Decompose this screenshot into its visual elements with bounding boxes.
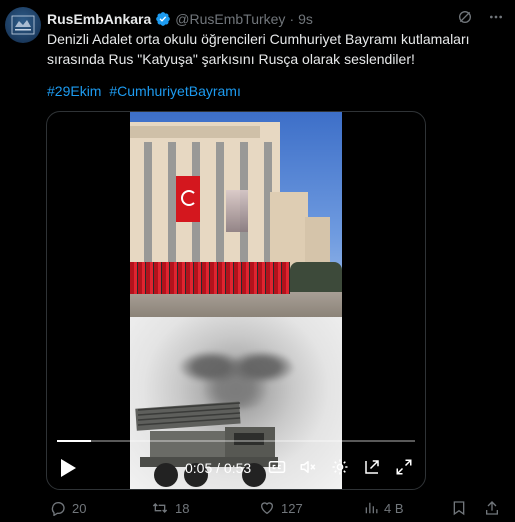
hashtag-link[interactable]: #CumhuriyetBayramı: [109, 83, 241, 99]
video-frame-school-scene: [130, 112, 342, 317]
popout-icon[interactable]: [363, 458, 381, 476]
bookmark-icon[interactable]: [451, 500, 467, 516]
reply-button[interactable]: 20: [50, 500, 86, 516]
tweet-header: RusEmbAnkara @RusEmbTurkey · 9s: [47, 9, 313, 29]
settings-icon[interactable]: [331, 458, 349, 476]
video-duration: 0:53: [223, 460, 252, 476]
avatar[interactable]: [5, 7, 41, 43]
grok-icon[interactable]: [457, 9, 473, 25]
fullscreen-icon[interactable]: [395, 458, 413, 476]
turkish-flag-icon: [176, 176, 200, 222]
like-button[interactable]: 127: [259, 500, 303, 516]
views-button[interactable]: 4 B: [364, 500, 404, 516]
reply-icon: [51, 501, 65, 516]
video-elapsed: 0:05: [185, 460, 213, 476]
video-controls: 0:05 / 0:53: [47, 452, 425, 482]
like-count: 127: [281, 500, 303, 516]
hashtags: #29Ekim #CumhuriyetBayramı: [47, 83, 245, 99]
author-handle[interactable]: @RusEmbTurkey: [175, 11, 285, 27]
hashtag-link[interactable]: #29Ekim: [47, 83, 101, 99]
analytics-icon: [365, 502, 378, 514]
tweet-text: Denizli Adalet orta okulu öğrencileri Cu…: [47, 31, 470, 67]
video-progress-fill: [57, 440, 91, 442]
top-right-actions: [457, 9, 505, 25]
share-icon[interactable]: [484, 500, 500, 516]
retweet-button[interactable]: 18: [151, 500, 189, 516]
more-options-icon[interactable]: [487, 9, 505, 25]
tweet-time[interactable]: 9s: [298, 11, 313, 27]
heart-icon: [260, 502, 274, 515]
retweet-icon: [152, 503, 168, 513]
video-player[interactable]: 0:05 / 0:53: [46, 111, 426, 490]
tweet[interactable]: RusEmbAnkara @RusEmbTurkey · 9s Denizli …: [0, 0, 515, 522]
view-count: 4 B: [384, 500, 404, 516]
video-progress-bar[interactable]: [57, 440, 415, 442]
video-time: 0:05 / 0:53: [185, 460, 251, 476]
embassy-logo-icon: [11, 15, 35, 35]
mute-icon[interactable]: [299, 458, 317, 476]
play-icon[interactable]: [59, 458, 77, 478]
author-name[interactable]: RusEmbAnkara: [47, 11, 151, 27]
reply-count: 20: [72, 500, 87, 516]
verified-badge-icon: [156, 12, 171, 26]
captions-icon[interactable]: [268, 458, 286, 476]
video-time-separator: /: [216, 460, 221, 476]
separator-dot: ·: [289, 11, 295, 27]
tweet-actions: 20 18 127 4 B: [47, 500, 507, 520]
retweet-count: 18: [175, 500, 190, 516]
